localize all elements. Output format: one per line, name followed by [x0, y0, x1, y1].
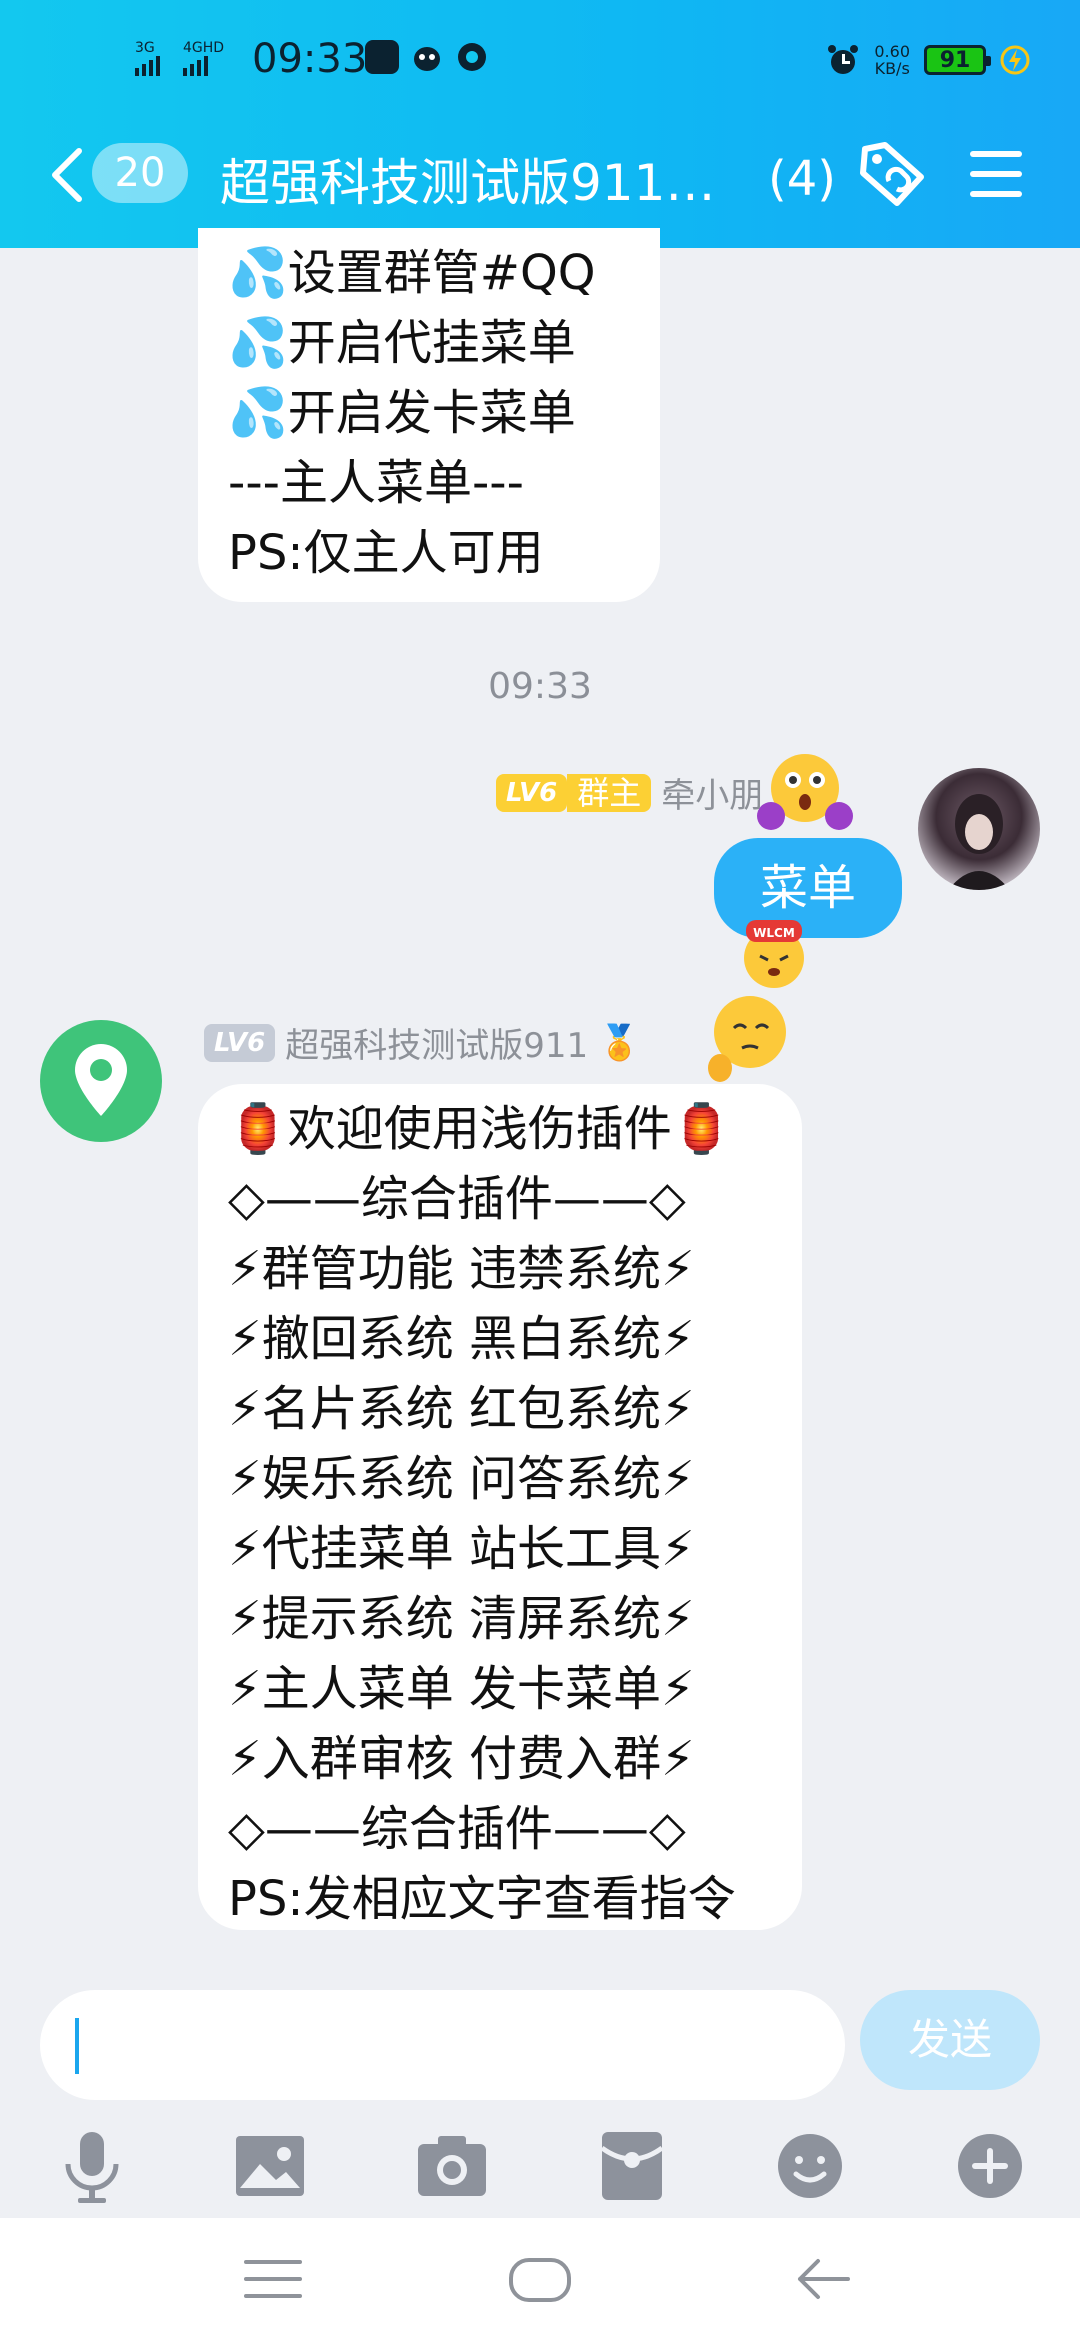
network-speed: 0.60 KB/s [874, 43, 910, 77]
avatar-figure-icon [948, 794, 1010, 890]
status-right: 0.60 KB/s 91 [826, 40, 1030, 80]
microphone-icon[interactable] [52, 2126, 132, 2206]
cheer-emoji-icon [757, 754, 853, 830]
message-line: ---主人菜单--- [228, 455, 524, 511]
hamburger-menu-icon[interactable] [968, 147, 1024, 201]
home-icon[interactable] [505, 2244, 575, 2314]
medal-icon: 🏅 [598, 1022, 641, 1063]
text-cursor [75, 2018, 79, 2074]
charging-icon [1000, 45, 1030, 75]
composer-toolbar [0, 2126, 1080, 2206]
message-timestamp: 09:33 [488, 666, 592, 707]
message-line: 💦设置群管#QQ [228, 245, 596, 301]
message-bubble-bot[interactable]: 🏮欢迎使用浅伤插件🏮 ◇——综合插件——◇ ⚡群管功能 违禁系统⚡ ⚡撤回系统 … [198, 1084, 802, 1930]
sender-info-bot: LV6 超强科技测试版911 🏅 [204, 1018, 640, 1067]
message-line: ⚡提示系统 清屏系统⚡ [228, 1591, 695, 1647]
member-count[interactable]: (4) [768, 151, 836, 207]
signal-icon: 3G 4GHD [135, 40, 224, 76]
message-line: PS:仅主人可用 [228, 525, 544, 581]
qq-browser-icon [458, 43, 486, 71]
message-text: 菜单 [759, 860, 856, 916]
message-line: ⚡主人菜单 发卡菜单⚡ [228, 1661, 695, 1717]
emoji-icon[interactable] [770, 2126, 850, 2206]
unread-count-badge[interactable]: 20 [92, 143, 188, 203]
status-time: 09:33 [252, 36, 368, 82]
speed-value: 0.60 [874, 42, 910, 61]
my-avatar[interactable] [918, 768, 1040, 890]
message-line: ⚡群管功能 违禁系统⚡ [228, 1241, 695, 1297]
message-line: ◇——综合插件——◇ [228, 1171, 686, 1227]
back-icon[interactable] [790, 2244, 860, 2314]
message-input[interactable] [40, 1990, 845, 2100]
battery-indicator: 91 [924, 45, 991, 75]
chat-title[interactable]: 超强科技测试版911… [220, 143, 715, 215]
sender-name[interactable]: 超强科技测试版911 [285, 1018, 588, 1067]
message-line: 🏮欢迎使用浅伤插件🏮 [228, 1101, 732, 1157]
header: 3G 4GHD 09:33 0.60 KB/s 91 20 超强科技测试版911… [0, 0, 1080, 248]
bot-avatar[interactable] [40, 1020, 162, 1142]
network-type-1: 3G [135, 40, 155, 56]
system-navigation-bar [0, 2218, 1080, 2340]
back-arrow-icon[interactable] [45, 143, 95, 207]
status-bar: 3G 4GHD 09:33 0.60 KB/s 91 [0, 30, 1080, 90]
message-line: ⚡娱乐系统 问答系统⚡ [228, 1451, 695, 1507]
speed-unit: KB/s [874, 59, 910, 78]
message-line: ⚡入群审核 付费入群⚡ [228, 1731, 695, 1787]
message-line: ⚡代挂菜单 站长工具⚡ [228, 1521, 695, 1577]
message-line: ⚡名片系统 红包系统⚡ [228, 1381, 695, 1437]
recent-apps-icon[interactable] [238, 2244, 308, 2314]
image-icon[interactable] [230, 2126, 310, 2206]
welcome-emoji-icon: WLCM [744, 920, 804, 988]
message-bubble-bot-previous[interactable]: 💦设置群管#QQ 💦开启代挂菜单 💦开启发卡菜单 ---主人菜单--- PS:仅… [198, 228, 660, 602]
message-line: ⚡撤回系统 黑白系统⚡ [228, 1311, 695, 1367]
message-line: 💦开启代挂菜单 [228, 315, 576, 371]
level-badge: LV6 [204, 1023, 276, 1062]
send-button[interactable]: 发送 [860, 1990, 1040, 2090]
message-list[interactable]: 💦设置群管#QQ 💦开启代挂菜单 💦开启发卡菜单 ---主人菜单--- PS:仅… [0, 228, 1080, 1978]
camera-icon[interactable] [412, 2126, 492, 2206]
plus-icon[interactable] [950, 2126, 1030, 2206]
message-line: PS:发相应文字查看指令 [228, 1871, 736, 1927]
penguin-icon [414, 47, 440, 71]
level-badge: LV6 [496, 773, 568, 812]
network-type-2: 4GHD [183, 40, 224, 56]
link-tag-icon[interactable] [855, 137, 931, 213]
composer: 发送 [0, 1978, 1080, 2218]
alarm-icon [828, 45, 859, 74]
thinking-emoji-icon [708, 996, 786, 1082]
message-line: 💦开启发卡菜单 [228, 385, 576, 441]
owner-role-tag: 群主 [567, 773, 652, 812]
kuaishou-icon [365, 40, 399, 74]
location-pin-icon [75, 1044, 127, 1116]
svg-text:WLCM: WLCM [753, 926, 795, 940]
chat-navbar: 20 超强科技测试版911… (4) [0, 125, 1080, 225]
red-packet-icon[interactable] [592, 2126, 672, 2206]
message-line: ◇——综合插件——◇ [228, 1801, 686, 1857]
